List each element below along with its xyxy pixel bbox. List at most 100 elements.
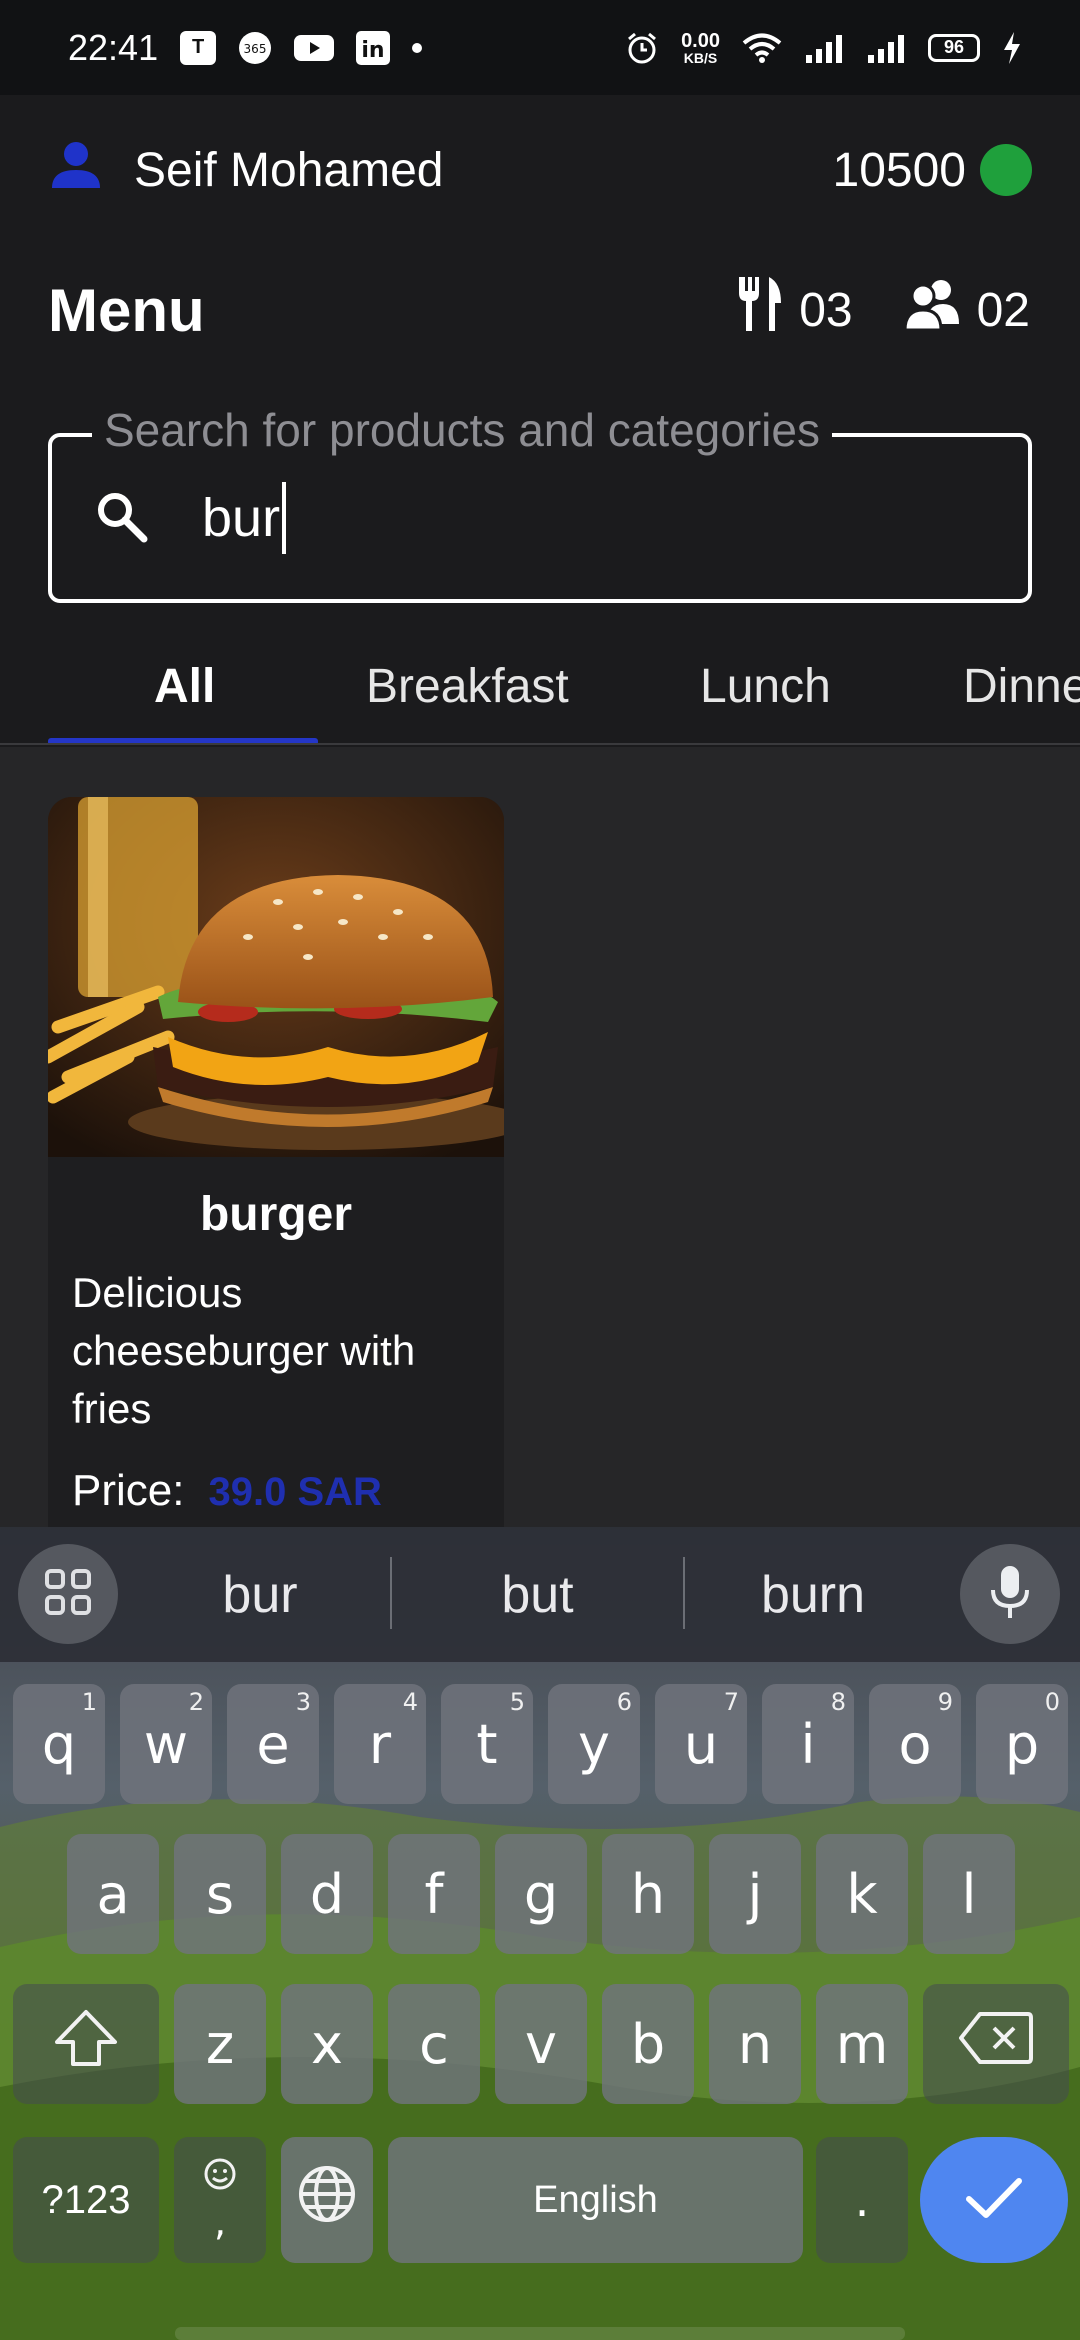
key-w[interactable]: w2 [120,1684,212,1804]
app-header: Seif Mohamed 10500 [0,95,1080,245]
microphone-icon [988,1564,1032,1625]
globe-icon [297,2164,357,2237]
tab-lunch[interactable]: Lunch [700,630,831,742]
price-label: Price: [72,1466,185,1515]
comma-label: , [213,2200,227,2244]
key-o[interactable]: o9 [869,1684,961,1804]
key-r[interactable]: r4 [334,1684,426,1804]
backspace-icon [958,2010,1034,2079]
suggestion-2[interactable]: but [400,1527,675,1662]
teams-icon: T [180,30,217,65]
utensils-counter[interactable]: 03 [735,275,853,345]
key-s[interactable]: s [174,1834,266,1954]
key-n[interactable]: n [709,1984,801,2104]
tab-all[interactable]: All [154,630,215,742]
language-key[interactable] [281,2137,373,2263]
period-key[interactable]: . [816,2137,908,2263]
network-speed: 0.00 KB/S [681,29,720,66]
clock: 22:41 [68,26,159,68]
key-e[interactable]: e3 [227,1684,319,1804]
shift-key[interactable] [13,1984,159,2104]
grid-icon [43,1567,93,1622]
suggestion-3[interactable]: burn [693,1527,933,1662]
suggestion-divider [683,1557,685,1629]
svg-text:in: in [361,38,384,63]
done-enter-key[interactable] [920,2137,1068,2263]
key-p[interactable]: p0 [976,1684,1068,1804]
key-l[interactable]: l [923,1834,1015,1954]
office365-icon: 365 [238,31,272,65]
product-card[interactable]: burger Delicious cheeseburger with fries… [48,797,504,1537]
menu-row: Menu 03 02 [0,255,1080,365]
search-field[interactable]: Search for products and categories bur [48,403,1032,603]
utensils-icon [735,275,783,345]
signal-icon-sim2 [866,33,906,63]
key-y[interactable]: y6 [548,1684,640,1804]
suggestion-divider [390,1557,392,1629]
product-image [48,797,504,1157]
linkedin-icon: in [356,30,391,65]
keyboard-menu-button[interactable] [18,1544,118,1644]
key-z[interactable]: z [174,1984,266,2104]
key-a[interactable]: a [67,1834,159,1954]
search-input-value[interactable]: bur [202,487,280,549]
key-f[interactable]: f [388,1834,480,1954]
key-i[interactable]: i8 [762,1684,854,1804]
text-cursor [282,482,287,554]
backspace-key[interactable] [923,1984,1069,2104]
product-name: burger [199,1188,352,1241]
points-balance: 10500 [833,143,1032,198]
product-grid: burger Delicious cheeseburger with fries… [0,747,1080,1537]
signal-icon-sim1 [804,33,844,63]
key-v[interactable]: v [495,1984,587,2104]
voice-input-button[interactable] [960,1544,1060,1644]
key-t[interactable]: t5 [441,1684,533,1804]
key-x[interactable]: x [281,1984,373,2104]
key-g[interactable]: g [495,1834,587,1954]
soft-keyboard: bur but burn q1 w2 e3 r4 t5 y6 u7 i8 o9 … [0,1527,1080,2340]
product-description: Delicious cheeseburger with fries [72,1269,416,1432]
utensils-count: 03 [799,283,853,337]
youtube-icon [294,33,335,63]
emoji-comma-key[interactable]: , [174,2137,266,2263]
space-bar[interactable]: English [388,2137,803,2263]
tab-breakfast[interactable]: Breakfast [366,630,569,742]
svg-text:365: 365 [244,42,267,56]
guests-counter[interactable]: 02 [903,278,1030,342]
person-icon [48,136,104,204]
search-input: bur [202,482,287,554]
points-value: 10500 [832,143,966,197]
user-name: Seif Mohamed [134,143,444,197]
shift-icon [53,2008,119,2081]
battery-indicator: 96 [928,33,980,62]
suggestion-bar: bur but burn [0,1527,1080,1662]
navigation-handle[interactable] [175,2327,905,2340]
alarm-icon [625,31,659,65]
suggestion-1[interactable]: bur [140,1527,380,1662]
symbols-key[interactable]: ?123 [13,2137,159,2263]
tab-dinner[interactable]: Dinner [963,630,1080,742]
status-bar: 22:41 T 365 in 0.00 KB/S 96 [0,0,1080,95]
key-q[interactable]: q1 [13,1684,105,1804]
key-d[interactable]: d [281,1834,373,1954]
checkmark-icon [964,2175,1024,2226]
key-m[interactable]: m [816,1984,908,2104]
page-title: Menu [48,276,205,344]
key-k[interactable]: k [816,1834,908,1954]
more-notifications-dot [412,42,423,53]
category-tabs: All Breakfast Lunch Dinner [0,630,1080,745]
emoji-icon [203,2156,237,2200]
key-c[interactable]: c [388,1984,480,2104]
price-value: 39.0 SAR [208,1470,382,1514]
key-h[interactable]: h [602,1834,694,1954]
guests-count: 02 [976,283,1030,337]
search-icon [94,489,148,548]
active-tab-indicator [48,738,318,743]
wifi-icon [742,32,782,64]
price-row: Price: 39.0 SAR [48,1438,504,1516]
key-u[interactable]: u7 [655,1684,747,1804]
user-profile[interactable]: Seif Mohamed [48,136,444,204]
guests-icon [903,278,961,342]
key-b[interactable]: b [602,1984,694,2104]
key-j[interactable]: j [709,1834,801,1954]
